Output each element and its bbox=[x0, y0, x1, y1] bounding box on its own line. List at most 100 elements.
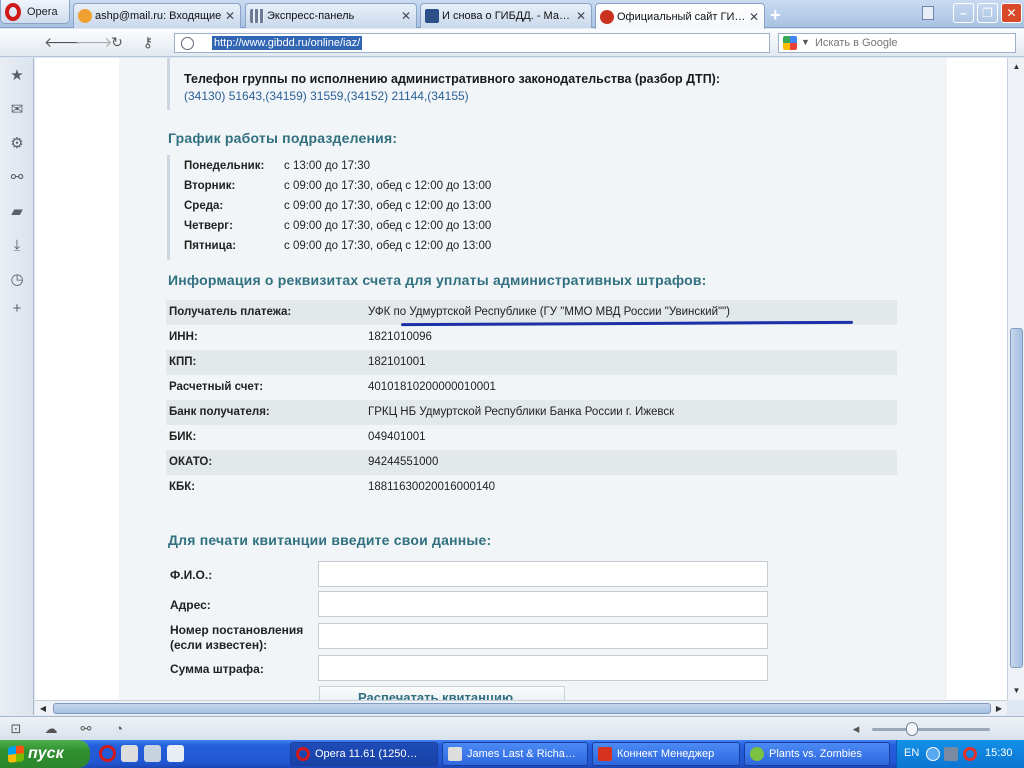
view-icon[interactable]: ◂ bbox=[848, 721, 864, 737]
add-panel-icon[interactable]: + bbox=[7, 299, 27, 319]
google-icon[interactable] bbox=[783, 36, 797, 50]
search-field[interactable]: ▼ bbox=[778, 33, 1016, 53]
scroll-down-icon[interactable]: ▼ bbox=[1010, 684, 1023, 698]
requisite-label: Расчетный счет: bbox=[169, 381, 264, 393]
close-icon[interactable]: ✕ bbox=[224, 9, 236, 23]
gibdd-icon bbox=[600, 9, 614, 24]
tray-arrow-icon[interactable] bbox=[926, 747, 940, 761]
opera-tray-icon[interactable] bbox=[963, 747, 977, 761]
address-input[interactable] bbox=[318, 591, 768, 617]
tab-speed-dial[interactable]: Экспресс-панель ✕ bbox=[245, 3, 417, 28]
horizontal-scrollbar[interactable]: ◀ ▶ bbox=[35, 700, 1007, 715]
requisite-label: Получатель платежа: bbox=[169, 306, 292, 318]
key-icon[interactable]: ⚷ bbox=[138, 34, 158, 51]
zoom-slider-track[interactable] bbox=[872, 728, 990, 731]
table-row: БИК: 049401001 bbox=[166, 425, 897, 450]
mail-ru-icon bbox=[78, 9, 92, 23]
vertical-scrollbar[interactable]: ▲ ▼ bbox=[1007, 58, 1024, 700]
task-plants-vs-zombies[interactable]: Plants vs. Zombies bbox=[744, 742, 890, 766]
clock[interactable]: 15:30 bbox=[985, 747, 1013, 759]
minimize-button[interactable]: – bbox=[953, 3, 974, 23]
print-receipt-button[interactable]: Распечатать квитанцию bbox=[319, 686, 565, 700]
start-button[interactable]: пуск bbox=[0, 740, 90, 768]
opera-menu-button[interactable]: Opera bbox=[0, 0, 70, 24]
scroll-left-icon[interactable]: ◀ bbox=[36, 702, 50, 715]
turbo-icon[interactable]: ⚯ bbox=[78, 721, 94, 737]
tab-label: ashp@mail.ru: Входящие bbox=[95, 10, 222, 22]
share-icon[interactable]: ⚯ bbox=[7, 168, 27, 188]
connect-manager-icon bbox=[598, 747, 612, 761]
address-url[interactable]: http://www.gibdd.ru/online/iaz/ bbox=[212, 36, 363, 50]
back-icon[interactable]: 🡐 bbox=[44, 34, 82, 51]
tab-blog[interactable]: И снова о ГИБДД. - Мар… ✕ bbox=[420, 3, 592, 28]
trash-icon[interactable] bbox=[922, 6, 934, 20]
navigation-bar: 🡐 🡒 ↻ ⚷ http://www.gibdd.ru/online/iaz/ … bbox=[0, 29, 1024, 57]
close-icon[interactable]: ✕ bbox=[748, 10, 760, 24]
close-icon[interactable]: ✕ bbox=[575, 9, 587, 23]
zoom-slider-handle[interactable] bbox=[906, 722, 918, 736]
requisite-value: ГРКЦ НБ Удмуртской Республики Банка Росс… bbox=[368, 406, 675, 418]
decree-number-input[interactable] bbox=[318, 623, 768, 649]
chevron-down-icon[interactable]: ▼ bbox=[801, 37, 810, 47]
address-field[interactable]: http://www.gibdd.ru/online/iaz/ bbox=[174, 33, 770, 53]
task-connect-manager[interactable]: Коннект Менеджер bbox=[592, 742, 740, 766]
reload-icon[interactable]: ↻ bbox=[107, 34, 127, 51]
vertical-scroll-thumb[interactable] bbox=[1010, 328, 1023, 668]
task-label: Opera 11.61 (1250… bbox=[315, 748, 418, 760]
page-viewport: Телефон группы по исполнению администрат… bbox=[35, 58, 1007, 700]
new-tab-icon[interactable]: + bbox=[770, 5, 781, 26]
amount-label: Сумма штрафа: bbox=[170, 662, 264, 676]
downloads-icon[interactable]: ⤓ bbox=[7, 236, 27, 256]
schedule-table: Понедельник: с 13:00 до 17:30 Вторник: с… bbox=[167, 155, 667, 260]
desktop-quicklaunch-icon[interactable] bbox=[144, 745, 161, 762]
notes-icon[interactable]: ▰ bbox=[7, 202, 27, 222]
unite-cloud-icon[interactable]: ☁ bbox=[43, 721, 59, 737]
table-row: ОКАТО: 94244551000 bbox=[166, 450, 897, 475]
tab-label: Экспресс-панель bbox=[267, 10, 355, 22]
scroll-right-icon[interactable]: ▶ bbox=[992, 702, 1006, 715]
table-row: КБК: 18811630020016000140 bbox=[166, 475, 897, 500]
forward-icon[interactable]: 🡒 bbox=[75, 34, 113, 51]
scroll-up-icon[interactable]: ▲ bbox=[1010, 60, 1023, 74]
close-window-button[interactable]: ✕ bbox=[1001, 3, 1022, 23]
schedule-day: Пятница: bbox=[184, 240, 237, 252]
plants-icon bbox=[750, 747, 764, 761]
close-icon[interactable]: ✕ bbox=[400, 9, 412, 23]
bookmarks-star-icon[interactable]: ★ bbox=[7, 66, 27, 86]
horizontal-scroll-thumb[interactable] bbox=[53, 703, 991, 714]
address-label: Адрес: bbox=[170, 598, 211, 612]
schedule-heading: График работы подразделения: bbox=[168, 130, 398, 146]
task-label: Коннект Менеджер bbox=[617, 748, 715, 760]
restore-button[interactable]: ❐ bbox=[977, 3, 998, 23]
requisite-label: БИК: bbox=[169, 431, 197, 443]
mail-icon[interactable]: ✉ bbox=[7, 100, 27, 120]
status-bar: ⊡ ☁ ⚯ ◔ ◂ bbox=[0, 716, 1024, 740]
form-heading: Для печати квитанции введите свои данные… bbox=[168, 532, 492, 548]
globe-icon bbox=[181, 37, 194, 50]
tab-mail[interactable]: ashp@mail.ru: Входящие ✕ bbox=[73, 3, 241, 28]
tab-bar: Opera ashp@mail.ru: Входящие ✕ Экспресс-… bbox=[0, 0, 1024, 29]
tab-label: Официальный сайт ГИБ… bbox=[617, 10, 748, 23]
decree-label-line2: (если известен): bbox=[170, 638, 268, 652]
network-icon[interactable] bbox=[944, 747, 958, 761]
speedometer-icon[interactable]: ◔ bbox=[111, 721, 127, 737]
blog-icon bbox=[425, 9, 439, 23]
windows-taskbar: пуск Opera 11.61 (1250… James Last & Ric… bbox=[0, 740, 1024, 768]
fio-input[interactable] bbox=[318, 561, 768, 587]
fine-amount-input[interactable] bbox=[318, 655, 768, 681]
gear-icon[interactable]: ⚙ bbox=[7, 134, 27, 154]
search-input[interactable] bbox=[815, 36, 1011, 50]
schedule-day: Четверг: bbox=[184, 220, 233, 232]
opera-icon bbox=[296, 747, 310, 761]
task-label: Plants vs. Zombies bbox=[769, 748, 862, 760]
explorer-quicklaunch-icon[interactable] bbox=[167, 745, 184, 762]
task-opera[interactable]: Opera 11.61 (1250… bbox=[290, 742, 438, 766]
task-media[interactable]: James Last & Richa… bbox=[442, 742, 588, 766]
media-player-quicklaunch-icon[interactable] bbox=[121, 745, 138, 762]
history-clock-icon[interactable]: ◷ bbox=[7, 270, 27, 290]
task-label: James Last & Richa… bbox=[467, 748, 576, 760]
panel-toggle-icon[interactable]: ⊡ bbox=[8, 721, 24, 737]
opera-quicklaunch-icon[interactable] bbox=[99, 745, 116, 762]
tab-gibdd[interactable]: Официальный сайт ГИБ… ✕ bbox=[595, 3, 765, 29]
language-indicator[interactable]: EN bbox=[904, 747, 919, 759]
